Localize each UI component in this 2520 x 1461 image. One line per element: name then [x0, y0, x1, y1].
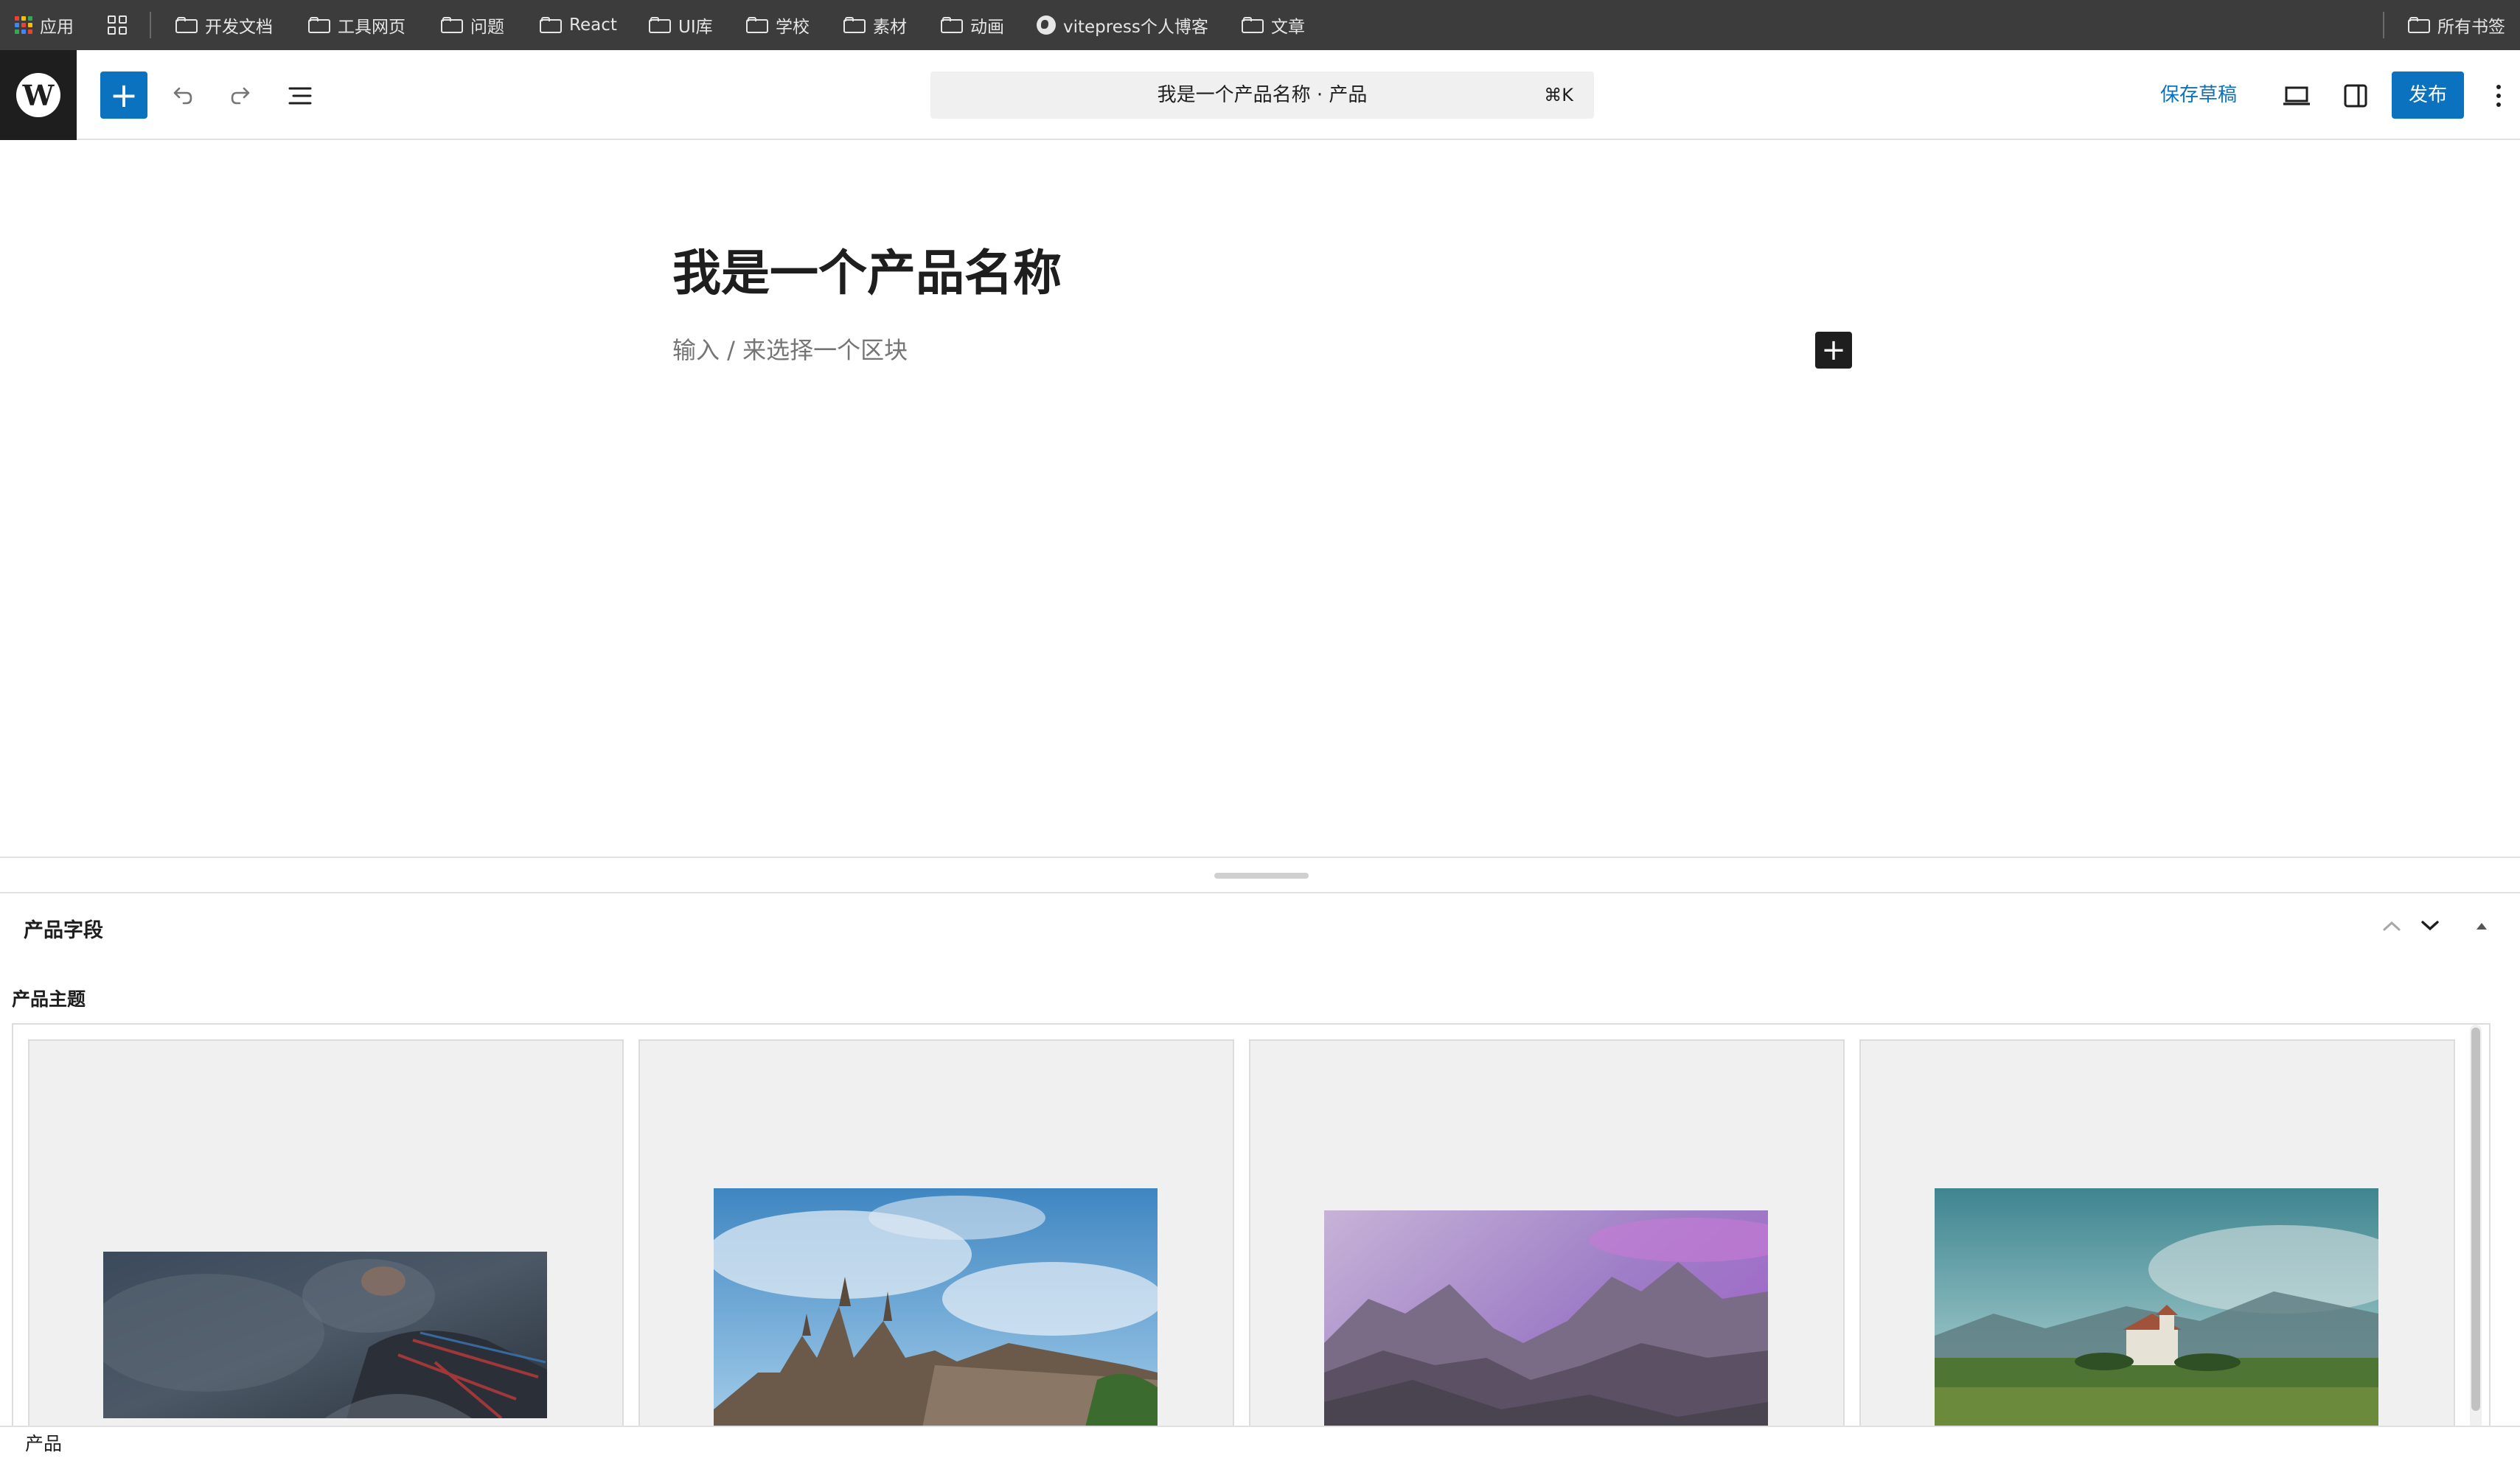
image-gallery	[12, 1023, 2491, 1436]
bookmark-label: React	[569, 15, 617, 35]
image-card[interactable]	[1859, 1039, 2455, 1434]
options-menu-button[interactable]	[2480, 76, 2517, 116]
bookmark-apps-label: 应用	[40, 18, 74, 37]
bookmark-folder-assets[interactable]: 素材	[843, 0, 907, 50]
sidebar-icon	[2344, 84, 2367, 108]
document-overview-button[interactable]	[280, 76, 320, 116]
chevron-up-icon	[2383, 921, 2401, 931]
publish-button[interactable]: 发布	[2392, 72, 2464, 119]
folder-icon	[540, 17, 562, 33]
move-up-button[interactable]	[2374, 908, 2409, 944]
save-draft-button[interactable]: 保存草稿	[2160, 72, 2237, 119]
bookmark-label: 问题	[470, 18, 504, 37]
bookmark-label: 所有书签	[2437, 18, 2505, 37]
image-card[interactable]	[28, 1039, 624, 1434]
dark-smoke-photo	[103, 1252, 547, 1418]
bookmark-label: 文章	[1271, 18, 1305, 37]
plus-icon: +	[109, 75, 139, 115]
chevron-down-icon	[2421, 921, 2439, 931]
add-block-button[interactable]: +	[1815, 332, 1852, 369]
list-view-icon	[288, 87, 312, 105]
block-inserter-button[interactable]: +	[100, 72, 147, 119]
wordpress-logo-button[interactable]: W	[0, 50, 77, 140]
tab-groups-icon	[108, 15, 127, 35]
post-title[interactable]: 我是一个产品名称	[672, 234, 1062, 304]
more-vertical-icon	[2496, 85, 2501, 107]
move-down-button[interactable]	[2412, 908, 2448, 944]
bookmark-folder-ui-lib[interactable]: UI库	[649, 0, 713, 50]
breadcrumb-post-type[interactable]: 产品	[25, 1427, 62, 1461]
metabox-title[interactable]: 产品字段	[24, 914, 103, 943]
undo-button[interactable]	[162, 76, 202, 116]
folder-icon	[308, 17, 330, 33]
settings-sidebar-toggle[interactable]	[2336, 76, 2375, 116]
drag-handle-icon	[1214, 873, 1309, 879]
apps-grid-icon	[15, 16, 32, 34]
bookmark-folder-dev-docs[interactable]: 开发文档	[175, 0, 273, 50]
gallery-scrollbar[interactable]	[2470, 1025, 2482, 1437]
purple-mountains-photo	[1324, 1210, 1768, 1434]
redo-button[interactable]	[221, 76, 261, 116]
block-placeholder[interactable]: 输入 / 来选择一个区块	[672, 332, 908, 366]
document-command-bar[interactable]: 我是一个产品名称 · 产品 ⌘K	[930, 72, 1594, 119]
folder-icon	[1242, 17, 1264, 33]
editor-footer: 产品	[0, 1426, 2520, 1461]
metabox-resize-handle[interactable]	[0, 857, 2520, 893]
image-card[interactable]	[1249, 1039, 1845, 1434]
castle-sky-photo	[714, 1188, 1158, 1434]
folder-icon	[941, 17, 963, 33]
bookmark-folder-school[interactable]: 学校	[746, 0, 810, 50]
preview-button[interactable]	[2277, 76, 2317, 116]
bookmark-folder-issues[interactable]: 问题	[441, 0, 504, 50]
triangle-up-icon	[2477, 923, 2487, 930]
tab-groups-button[interactable]	[108, 0, 127, 50]
bookmarks-divider	[150, 12, 151, 38]
image-card[interactable]	[638, 1039, 1234, 1434]
redo-icon	[231, 87, 250, 105]
document-title: 我是一个产品名称 · 产品	[1157, 84, 1368, 106]
bookmark-label: 素材	[873, 18, 907, 37]
bookmark-label: 动画	[970, 18, 1004, 37]
bookmark-folder-animation[interactable]: 动画	[941, 0, 1004, 50]
editor-canvas: 我是一个产品名称 输入 / 来选择一个区块 +	[0, 140, 2520, 857]
laptop-icon	[2283, 86, 2310, 105]
bookmark-folder-tools[interactable]: 工具网页	[308, 0, 406, 50]
scrollbar-thumb[interactable]	[2471, 1028, 2480, 1411]
bookmark-vitepress-blog[interactable]: vitepress个人博客	[1037, 0, 1208, 50]
bookmark-label: 开发文档	[205, 18, 273, 37]
folder-icon	[746, 17, 768, 33]
meadow-house-photo	[1935, 1188, 2378, 1434]
globe-icon	[1037, 15, 1056, 35]
bookmark-label: 学校	[776, 18, 810, 37]
folder-icon	[649, 17, 671, 33]
bookmark-label: 工具网页	[338, 18, 406, 37]
bookmarks-bar: 应用 开发文档 工具网页 问题 React UI库 学校 素材 动画 vitep…	[0, 0, 2520, 50]
bookmark-label: UI库	[678, 18, 713, 37]
folder-icon	[441, 17, 463, 33]
collapse-toggle-button[interactable]	[2464, 908, 2499, 944]
bookmark-folder-react[interactable]: React	[540, 0, 617, 50]
metabox-product-fields: 产品字段 产品主题	[0, 893, 2520, 1436]
undo-icon	[173, 87, 192, 105]
field-label-product-theme: 产品主题	[12, 988, 86, 1010]
bookmark-label: vitepress个人博客	[1063, 18, 1208, 37]
bookmark-all-bookmarks[interactable]: 所有书签	[2408, 0, 2505, 50]
bookmark-folder-articles[interactable]: 文章	[1242, 0, 1305, 50]
plus-icon: +	[1821, 333, 1846, 367]
command-shortcut: ⌘K	[1544, 85, 1573, 105]
bookmark-apps[interactable]: 应用	[15, 0, 74, 50]
folder-icon	[175, 17, 198, 33]
bookmarks-divider	[2383, 12, 2384, 38]
folder-icon	[843, 17, 866, 33]
editor-header: W + 我是一个产品名称 · 产品 ⌘K 保存草稿 发布	[0, 50, 2520, 140]
wordpress-icon: W	[16, 73, 60, 117]
folder-icon	[2408, 17, 2430, 33]
